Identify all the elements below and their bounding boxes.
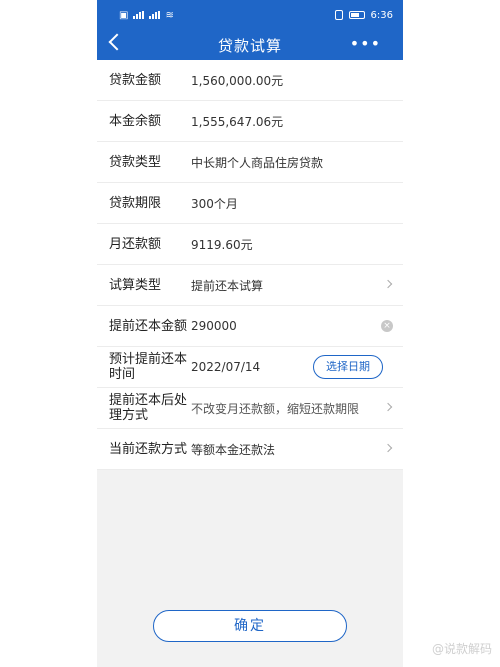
row-value: 9119.60元 [191, 237, 253, 252]
calc-type-select[interactable]: 提前还本试算 [191, 277, 403, 294]
signal-icon-2 [149, 11, 161, 19]
row-value: 1,560,000.00元 [191, 73, 284, 88]
signal-icon [133, 11, 145, 19]
row-label: 月还款额 [109, 236, 162, 252]
watermark: @说款解码 [431, 642, 492, 656]
select-date-button[interactable]: 选择日期 [313, 355, 383, 379]
row-calc-type[interactable]: 试算类型 提前还本试算 [97, 265, 403, 306]
row-prepay-amount[interactable]: 提前还本金额 290000 × [97, 306, 403, 347]
status-left: ▣ ≋ [119, 10, 174, 21]
row-principal-balance: 本金余额 1,555,647.06元 [97, 101, 403, 142]
wifi-icon: ≋ [165, 9, 174, 21]
row-label: 当前还款方式 [109, 441, 188, 457]
loan-info-list: 贷款金额 1,560,000.00元 本金余额 1,555,647.06元 贷款… [97, 60, 403, 470]
row-monthly-payment: 月还款额 9119.60元 [97, 224, 403, 265]
row-label: 试算类型 [109, 277, 162, 293]
confirm-button[interactable]: 确定 [153, 610, 347, 642]
row-label: 提前还本金额 [109, 318, 188, 334]
row-value: 中长期个人商品住房贷款 [191, 155, 324, 170]
status-time: 6:36 [370, 9, 393, 21]
row-loan-term: 贷款期限 300个月 [97, 183, 403, 224]
clear-icon[interactable]: × [381, 320, 393, 332]
row-label: 提前还本后处理方式 [109, 393, 188, 423]
vibrate-icon [334, 10, 343, 20]
row-loan-amount: 贷款金额 1,560,000.00元 [97, 60, 403, 101]
prepay-amount-input[interactable]: 290000 [191, 319, 403, 333]
more-icon[interactable]: ••• [350, 36, 381, 52]
row-value: 300个月 [191, 196, 238, 211]
battery-icon [348, 11, 365, 19]
right-margin [403, 0, 500, 667]
status-right: 6:36 [334, 9, 393, 21]
row-after-prepay-method[interactable]: 提前还本后处理方式 不改变月还款额，缩短还款期限 [97, 388, 403, 429]
left-margin [0, 0, 97, 667]
row-loan-type: 贷款类型 中长期个人商品住房贷款 [97, 142, 403, 183]
row-value: 1,555,647.06元 [191, 114, 284, 129]
row-label: 贷款金额 [109, 72, 162, 88]
back-icon[interactable] [108, 33, 126, 51]
phone-screen: ▣ ≋ 6:36 贷款试算 ••• 贷款金额 1,560,000.00元 本金余… [97, 0, 403, 667]
after-prepay-method-select[interactable]: 不改变月还款额，缩短还款期限 [191, 400, 403, 417]
row-prepay-date: 预计提前还本时间 2022/07/14 选择日期 [97, 347, 403, 388]
repay-method-select[interactable]: 等额本金还款法 [191, 441, 403, 458]
page-title: 贷款试算 [217, 36, 282, 55]
row-label: 本金余额 [109, 113, 162, 129]
row-repay-method[interactable]: 当前还款方式 等额本金还款法 [97, 429, 403, 470]
sim-icon: ▣ [119, 9, 129, 21]
row-label: 贷款类型 [109, 154, 162, 170]
row-label: 贷款期限 [109, 195, 162, 211]
row-label: 预计提前还本时间 [109, 352, 188, 382]
status-bar: ▣ ≋ 6:36 [97, 0, 403, 30]
nav-bar: 贷款试算 ••• [97, 30, 403, 60]
